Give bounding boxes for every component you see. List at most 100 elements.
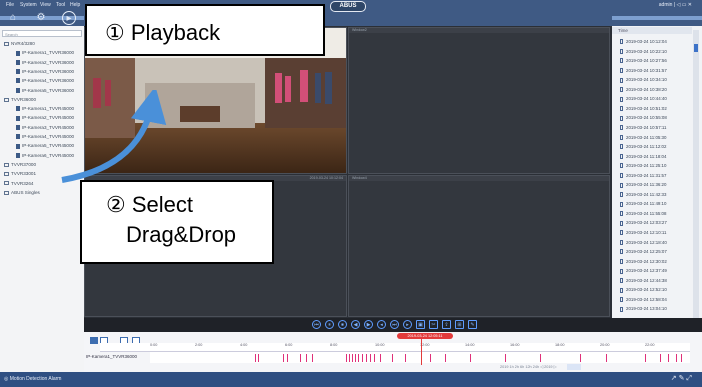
timeline-event-marker[interactable] <box>312 354 313 362</box>
tree-item[interactable]: TVVR33001 <box>4 171 36 176</box>
recording-row[interactable]: 2019-03-24 10:44:40 <box>620 96 667 102</box>
fast-icon[interactable]: ▸ <box>403 320 412 329</box>
timeline-event-marker[interactable] <box>580 354 581 362</box>
timeline-event-marker[interactable] <box>362 354 363 362</box>
recording-row[interactable]: 2019-03-24 11:42:33 <box>620 192 666 198</box>
recording-row[interactable]: 2019-03-24 11:18:04 <box>620 154 666 159</box>
timeline-event-marker[interactable] <box>681 354 682 362</box>
scrollbar-thumb[interactable] <box>694 44 698 52</box>
video-window-4[interactable]: Window4 <box>348 175 610 317</box>
timeline-event-marker[interactable] <box>255 354 256 362</box>
menu-view[interactable]: View <box>40 2 51 8</box>
clip-icon[interactable]: ✂ <box>429 320 438 329</box>
menu-file[interactable]: File <box>6 2 14 8</box>
timeline-event-marker[interactable] <box>358 354 359 362</box>
timeline-event-marker[interactable] <box>366 354 367 362</box>
timeline-event-marker[interactable] <box>405 354 406 362</box>
recording-row[interactable]: 2019-03-24 12:44:38 <box>620 278 667 284</box>
recording-row[interactable]: 2019-03-24 11:36:20 <box>620 182 666 188</box>
timeline-event-marker[interactable] <box>287 354 288 362</box>
timeline-event-marker[interactable] <box>660 354 661 362</box>
tree-item[interactable]: TVVR37000 <box>4 162 36 167</box>
timeline-event-marker[interactable] <box>392 354 393 362</box>
timeline-event-marker[interactable] <box>430 354 431 362</box>
recording-row[interactable]: 2019-03-24 12:10:11 <box>620 230 666 236</box>
recording-row[interactable]: 2019-03-24 12:03:27 <box>620 220 667 226</box>
menu-tool[interactable]: Tool <box>56 2 65 8</box>
tree-item[interactable]: IP-Kamera1_TVVR36000 <box>16 50 74 56</box>
export-icon[interactable]: ⇪ <box>442 320 451 329</box>
timeline-event-marker[interactable] <box>370 354 371 362</box>
recording-row[interactable]: 2019-03-24 11:49:10 <box>620 201 666 207</box>
recording-row[interactable]: 2019-03-24 10:38:20 <box>620 87 667 93</box>
timeline-event-marker[interactable] <box>283 354 284 362</box>
timeline-event-marker[interactable] <box>355 354 356 362</box>
alarm-icon[interactable]: ◎ <box>4 376 8 382</box>
timeline-event-marker[interactable] <box>470 354 471 362</box>
timeline-event-marker[interactable] <box>668 354 669 362</box>
recording-row[interactable]: 2019-03-24 12:58:04 <box>620 297 667 303</box>
menu-help[interactable]: Help <box>70 2 80 8</box>
timeline-event-marker[interactable] <box>306 354 307 362</box>
timeline-event-marker[interactable] <box>445 354 446 362</box>
timeline-event-marker[interactable] <box>380 354 381 362</box>
recording-row[interactable]: 2019-03-24 12:25:07 <box>620 249 667 255</box>
recording-row[interactable]: 2019-03-24 10:31:57 <box>620 68 667 73</box>
tree-item[interactable]: TVVR36000 <box>4 97 36 102</box>
recording-row[interactable]: 2019-03-24 10:55:08 <box>620 115 667 121</box>
timeline-event-marker[interactable] <box>676 354 677 362</box>
timeline-zoom-controls[interactable]: 2019 1h 2h 6h 12h 24h ◁ 2019 ▷ <box>500 364 557 369</box>
recording-row[interactable]: 2019-03-24 10:57:11 <box>620 125 666 131</box>
home-icon[interactable]: ⌂ <box>6 11 20 25</box>
playback-icon[interactable]: ▸ <box>62 11 76 25</box>
recording-row[interactable]: 2019-03-24 10:34:10 <box>620 77 667 83</box>
window-controls[interactable]: admin | ◁ ▭ ✕ <box>659 2 692 8</box>
recording-row[interactable]: 2019-03-24 10:22:10 <box>620 49 667 54</box>
recording-row[interactable]: 2019-03-24 12:52:10 <box>620 287 667 293</box>
recording-row[interactable]: 2019-03-24 11:25:10 <box>620 163 666 169</box>
timeline-event-marker[interactable] <box>352 354 353 362</box>
recording-row[interactable]: 2019-03-24 10:27:56 <box>620 58 667 64</box>
recording-row[interactable]: 2019-03-24 12:37:49 <box>620 268 667 274</box>
timeline-mode-button[interactable] <box>90 337 98 344</box>
timeline-event-marker[interactable] <box>374 354 375 362</box>
settings-icon[interactable]: ⚙ <box>34 11 48 25</box>
forward-icon[interactable]: ▶ <box>364 320 373 329</box>
recording-row[interactable]: 2019-03-24 12:18:40 <box>620 240 667 245</box>
tag-icon[interactable]: ⊞ <box>455 320 464 329</box>
tree-item[interactable]: IP-Kamera2_TVVR36000 <box>16 60 74 65</box>
timeline-track[interactable] <box>150 352 690 363</box>
recording-list-scrollbar[interactable] <box>693 30 699 320</box>
tools-icon[interactable]: ✎ <box>468 320 477 329</box>
slow-icon[interactable]: ◂ <box>377 320 386 329</box>
tree-item[interactable]: TVVR3264 <box>4 181 33 186</box>
timeline-cursor[interactable] <box>421 339 422 365</box>
timeline-event-marker[interactable] <box>505 354 506 362</box>
recording-row[interactable]: 2019-03-24 10:12:04 <box>620 39 667 45</box>
recording-row[interactable]: 2019-03-24 11:55:08 <box>620 211 666 217</box>
timeline-event-marker[interactable] <box>349 354 350 362</box>
timeline-event-marker[interactable] <box>258 354 259 362</box>
timeline-event-marker[interactable] <box>346 354 347 362</box>
recording-row[interactable]: 2019-03-24 12:30:02 <box>620 259 667 264</box>
recording-row[interactable]: 2019-03-24 13:04:10 <box>620 306 667 312</box>
snapshot-icon[interactable]: ▣ <box>416 320 425 329</box>
status-tools[interactable]: ↗ ✎ ⤢ <box>671 374 692 383</box>
timeline-event-marker[interactable] <box>300 354 301 362</box>
tree-item[interactable]: NVR4/3280 <box>4 41 35 46</box>
recording-row[interactable]: 2019-03-24 10:51:02 <box>620 106 667 112</box>
recording-row[interactable]: 2019-03-24 11:05:30 <box>620 135 666 140</box>
video-window-2[interactable]: Window2 <box>348 27 610 174</box>
tree-item[interactable]: IP-Kamera4_TVVR36000 <box>16 78 74 84</box>
recording-row[interactable]: 2019-03-24 11:31:57 <box>620 173 666 179</box>
pause-icon[interactable]: ⏸ <box>325 320 334 329</box>
timeline-event-marker[interactable] <box>540 354 541 362</box>
prev-icon[interactable]: ⏮ <box>312 320 321 329</box>
timeline-event-marker[interactable] <box>606 354 607 362</box>
rewind-icon[interactable]: ◀ <box>351 320 360 329</box>
tree-item[interactable]: ABUS Singles <box>4 190 40 195</box>
next-frame-icon[interactable]: ⏭ <box>390 320 399 329</box>
tree-item[interactable]: IP-Kamera3_TVVR36000 <box>16 69 74 75</box>
tree-search-input[interactable]: Search <box>2 30 82 37</box>
recording-row[interactable]: 2019-03-24 11:12:02 <box>620 144 666 150</box>
